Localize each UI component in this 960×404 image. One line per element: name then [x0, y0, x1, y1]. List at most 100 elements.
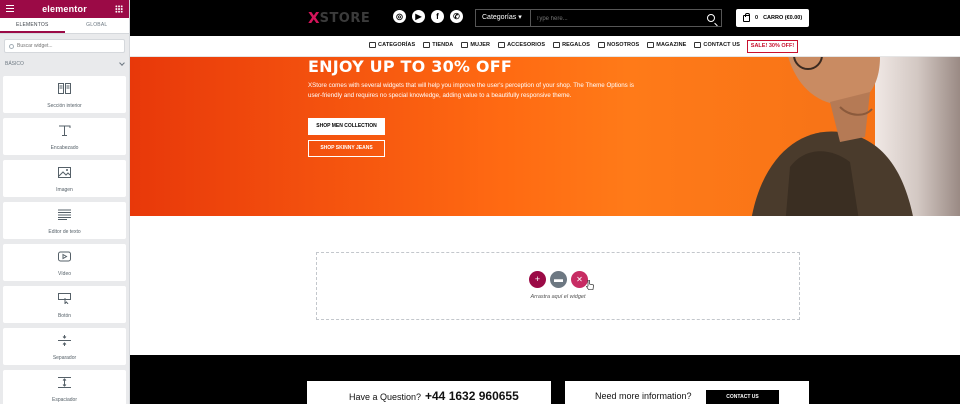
cart-button[interactable]: 0 CARRO (€0.00)	[736, 9, 809, 27]
search-icon[interactable]	[707, 14, 715, 22]
nav-label: CATEGORÍAS	[378, 42, 416, 48]
question-text: Have a Question?	[349, 392, 422, 402]
nav-item-categorias[interactable]: CATEGORÍAS	[369, 42, 415, 48]
category-label: BÁSICO	[5, 61, 24, 67]
nav-label: MAGAZINE	[656, 42, 687, 48]
phone-number[interactable]: +44 1632 960655	[425, 389, 519, 403]
sale-badge[interactable]: SALE! 30% OFF!	[747, 40, 798, 53]
widget-label: Sección interior	[47, 103, 82, 109]
magazine-icon	[647, 42, 655, 48]
widget-search-input[interactable]	[17, 43, 117, 49]
brand-text: STORE	[319, 10, 371, 26]
cart-count: 0	[755, 15, 759, 21]
shop-men-button[interactable]: SHOP MEN COLLECTION	[308, 118, 385, 135]
nav-item-regalos[interactable]: REGALOS	[553, 42, 590, 48]
widget-search[interactable]	[4, 39, 125, 53]
nav-item-magazine[interactable]: MAGAZINE	[647, 42, 686, 48]
menu-icon	[369, 42, 376, 48]
site-preview: X STORE ◎ ▶ f ✆ Categorías ▾ 0 CARRO (€0…	[130, 0, 960, 404]
widget-label: Vídeo	[57, 271, 72, 277]
nav-label: CONTACT US	[703, 42, 741, 48]
nav-item-mujer[interactable]: MUJER	[461, 42, 490, 48]
nav-item-contact[interactable]: CONTACT US	[694, 42, 740, 48]
widgets-grid-icon[interactable]	[115, 5, 123, 13]
nav-label: REGALOS	[562, 42, 590, 48]
category-select-value: Categorías	[482, 14, 517, 21]
brand-x: X	[308, 9, 320, 27]
nav-item-nosotros[interactable]: NOSOTROS	[598, 42, 639, 48]
widget-image[interactable]: Imagen	[3, 160, 126, 197]
add-section-button[interactable]: +	[529, 271, 546, 288]
xstore-logo[interactable]: X STORE	[308, 9, 371, 27]
spacer-icon	[58, 377, 71, 388]
widget-text-editor[interactable]: Editor de texto	[3, 202, 126, 239]
instagram-icon[interactable]: ◎	[393, 10, 406, 23]
nav-label: MUJER	[470, 42, 491, 48]
social-links: ◎ ▶ f ✆	[393, 10, 463, 23]
more-info-text: Need more information?	[595, 391, 692, 401]
shopping-bag-icon	[743, 12, 750, 22]
site-search-input[interactable]	[536, 13, 696, 24]
widget-video[interactable]: Vídeo	[3, 244, 126, 281]
heading-icon	[59, 125, 71, 136]
nav-items: CATEGORÍAS TIENDA MUJER ACCESORIOS REGAL…	[369, 42, 740, 48]
widget-spacer[interactable]: Espaciador	[3, 370, 126, 404]
widget-divider[interactable]: Separador	[3, 328, 126, 365]
widget-label: Separador	[52, 355, 77, 361]
widget-heading[interactable]: Encabezado	[3, 118, 126, 155]
store-icon	[423, 42, 431, 48]
people-icon	[598, 42, 605, 48]
nav-item-accesorios[interactable]: ACCESORIOS	[498, 42, 545, 48]
site-topbar: X STORE ◎ ▶ f ✆ Categorías ▾ 0 CARRO (€0…	[130, 0, 960, 36]
youtube-icon[interactable]: ▶	[412, 10, 425, 23]
nav-label: TIENDA	[432, 42, 454, 48]
contact-us-button[interactable]: CONTACT US	[706, 390, 779, 404]
question-card: Have a Question? +44 1632 960655	[307, 381, 551, 404]
text-editor-icon	[58, 209, 71, 220]
category-select[interactable]: Categorías ▾	[475, 9, 531, 27]
site-search	[530, 9, 722, 27]
widget-label: Encabezado	[50, 145, 79, 151]
widget-button[interactable]: Botón	[3, 286, 126, 323]
hand-cursor-icon	[586, 280, 594, 290]
widget-label: Editor de texto	[48, 229, 81, 235]
category-basico[interactable]: BÁSICO	[0, 57, 129, 71]
hero-description: XStore comes with several widgets that w…	[308, 82, 634, 99]
shop-jeans-button[interactable]: SHOP SKINNY JEANS	[308, 140, 385, 157]
widget-label: Espaciador	[51, 397, 77, 403]
tab-global[interactable]: GLOBAL	[65, 18, 130, 33]
nav-label: NOSOTROS	[607, 42, 640, 48]
whatsapp-icon[interactable]: ✆	[450, 10, 463, 23]
button-icon	[58, 293, 71, 304]
panel-header: elementor	[0, 0, 129, 18]
editor-root: elementor ELEMENTOS GLOBAL BÁSICO Secció…	[0, 0, 960, 404]
add-template-button[interactable]: ▬	[550, 271, 567, 288]
gift-icon	[553, 42, 561, 48]
nav-item-tienda[interactable]: TIENDA	[423, 42, 453, 48]
main-nav: CATEGORÍAS TIENDA MUJER ACCESORIOS REGAL…	[130, 36, 960, 57]
columns-icon	[58, 83, 71, 94]
divider-icon	[58, 335, 71, 346]
cart-label: CARRO (€0.00)	[763, 15, 803, 21]
facebook-icon[interactable]: f	[431, 10, 444, 23]
widget-inner-section[interactable]: Sección interior	[3, 76, 126, 113]
hero-title: ENJOY UP TO 30% OFF	[308, 57, 512, 76]
hero-model-image	[752, 57, 913, 216]
hanger-icon	[461, 42, 469, 48]
widget-drop-zone[interactable]: + ▬ ✕ Arrastra aquí el widget	[316, 252, 800, 320]
elementor-logo: elementor	[42, 4, 87, 14]
video-icon	[58, 251, 71, 262]
image-icon	[58, 167, 71, 178]
chevron-down-icon	[119, 60, 125, 66]
widget-label: Botón	[57, 313, 72, 319]
drop-zone-actions: + ▬ ✕	[529, 271, 588, 288]
tab-elementos[interactable]: ELEMENTOS	[0, 18, 65, 33]
hero-banner: ENJOY UP TO 30% OFF XStore comes with se…	[130, 57, 960, 216]
site-footer: Have a Question? +44 1632 960655 Need mo…	[130, 355, 960, 404]
hamburger-menu-icon[interactable]	[6, 5, 14, 12]
nav-label: ACCESORIOS	[507, 42, 546, 48]
panel-tabs: ELEMENTOS GLOBAL	[0, 18, 129, 34]
glasses-icon	[498, 42, 506, 48]
info-card: Need more information? CONTACT US	[565, 381, 809, 404]
elementor-panel: elementor ELEMENTOS GLOBAL BÁSICO Secció…	[0, 0, 130, 404]
